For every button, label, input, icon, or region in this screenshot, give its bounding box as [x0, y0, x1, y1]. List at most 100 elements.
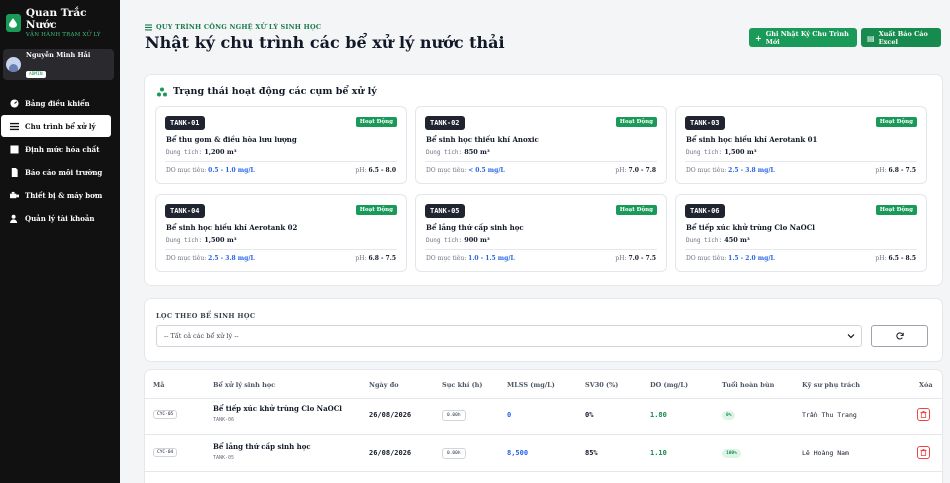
cycle-code: CYC-05 — [153, 410, 178, 419]
tank-name: Bể sinh học hiếu khí Aerotank 02 — [166, 223, 298, 232]
tank-do-target: DO mục tiêu: 1.0 - 1.5 mg/L — [426, 255, 515, 262]
tank-card[interactable]: TANK-06 Hoạt Động Bể tiếp xúc khử trùng … — [675, 194, 927, 272]
tank-code: TANK-04 — [165, 204, 205, 218]
chevron-down-icon — [847, 334, 855, 339]
refresh-button[interactable] — [871, 325, 928, 347]
divider — [685, 161, 917, 162]
tank-name: Bể sinh học thiếu khí Anoxic — [426, 135, 539, 144]
refresh-icon — [895, 332, 904, 340]
divider — [145, 398, 942, 399]
flask-icon — [9, 144, 19, 154]
users-icon — [9, 213, 19, 223]
brand: Quan Trắc Nước VẬN HÀNH TRẠM XỬ LÝ — [0, 0, 120, 38]
row-do: 1.80 — [650, 411, 667, 419]
sidebar-item-reports[interactable]: Báo cáo môi trường — [1, 161, 111, 183]
pump-icon — [9, 190, 19, 200]
row-aeration: 0.00h — [442, 448, 466, 459]
tank-name: Bể sinh học hiếu khí Aerotank 01 — [686, 135, 818, 144]
column-header: Mã — [153, 381, 165, 389]
list-icon — [9, 121, 19, 131]
row-date: 26/08/2026 — [369, 449, 412, 457]
row-sv30: 0% — [585, 411, 594, 419]
report-icon — [9, 167, 19, 177]
sidebar-item-dashboard[interactable]: Bảng điều khiển — [1, 92, 111, 114]
user-name: Nguyễn Minh Hải — [26, 50, 91, 59]
row-tank-code: TANK-06 — [213, 417, 235, 423]
status-badge: Hoạt Động — [875, 205, 917, 215]
tank-card[interactable]: TANK-05 Hoạt Động Bể lắng thứ cấp sinh h… — [415, 194, 667, 272]
sidebar-item-cycles[interactable]: Chu trình bể xử lý — [1, 115, 111, 137]
filter-panel: LỌC THEO BỂ SINH HỌC -- Tất cả các bể xử… — [145, 299, 942, 361]
tank-capacity: Dung tích: 900 m³ — [426, 236, 490, 244]
sidebar-item-chemicals[interactable]: Định mức hóa chất — [1, 138, 111, 160]
delete-button[interactable] — [917, 408, 930, 421]
brand-title: Quan Trắc Nước — [25, 7, 87, 31]
divider — [145, 471, 942, 472]
row-tank-name: Bể tiếp xúc khử trùng Clo NaOCl — [213, 404, 342, 413]
page-eyebrow: QUY TRÌNH CÔNG NGHỆ XỬ LÝ SINH HỌC — [145, 23, 321, 31]
row-mlss: 0 — [507, 411, 512, 419]
tank-card[interactable]: TANK-02 Hoạt Động Bể sinh học thiếu khí … — [415, 106, 667, 184]
tank-capacity: Dung tích: 1,500 m³ — [686, 148, 757, 156]
file-icon: ▤ — [867, 32, 875, 43]
tank-ph: pH: 6.8 - 7.5 — [355, 255, 396, 262]
divider — [425, 161, 657, 162]
plus-icon: + — [755, 32, 762, 43]
tank-code: TANK-01 — [165, 116, 205, 130]
column-header: Xóa — [919, 381, 933, 389]
row-mlss: 8,500 — [507, 449, 529, 457]
status-badge: Hoạt Động — [355, 117, 397, 127]
tank-filter-select[interactable]: -- Tất cả các bể xử lý -- — [156, 325, 862, 347]
tank-ph: pH: 6.5 - 8.5 — [875, 255, 916, 262]
sidebar-item-label: Bảng điều khiển — [25, 98, 90, 108]
delete-button[interactable] — [917, 446, 930, 459]
column-header: Bể xử lý sinh học — [213, 381, 276, 389]
water-drop-icon — [6, 14, 21, 32]
tank-status-panel: Trạng thái hoạt động các cụm bể xử lý TA… — [145, 75, 942, 285]
page-title: Nhật ký chu trình các bể xử lý nước thải — [145, 33, 505, 52]
cycle-table: Mã Bể xử lý sinh học Ngày đo Sục khí (h)… — [145, 370, 942, 483]
column-header: MLSS (mg/L) — [507, 381, 555, 389]
row-tank-code: TANK-05 — [213, 455, 235, 461]
divider — [425, 249, 657, 250]
tank-card[interactable]: TANK-04 Hoạt Động Bể sinh học hiếu khí A… — [155, 194, 407, 272]
user-role-badge: ADMIN — [26, 70, 46, 78]
row-engineer: Lê Hoàng Nam — [802, 449, 849, 457]
tank-card[interactable]: TANK-01 Hoạt Động Bể thu gom & điều hòa … — [155, 106, 407, 184]
export-excel-button[interactable]: ▤ Xuất Báo Cáo Excel — [861, 28, 941, 47]
filter-selected-value: -- Tất cả các bể xử lý -- — [164, 332, 239, 340]
sidebar-item-label: Chu trình bể xử lý — [25, 121, 96, 131]
divider — [165, 249, 397, 250]
user-card[interactable]: Nguyễn Minh Hải ADMIN — [3, 49, 114, 80]
row-sludge-age: 100% — [722, 449, 741, 458]
divider — [145, 434, 942, 435]
cluster-icon — [157, 87, 167, 96]
tank-do-target: DO mục tiêu: 0.5 - 1.0 mg/L — [166, 167, 255, 174]
eyebrow-text: QUY TRÌNH CÔNG NGHỆ XỬ LÝ SINH HỌC — [156, 23, 322, 31]
column-header: Sục khí (h) — [442, 381, 483, 389]
tank-code: TANK-03 — [685, 116, 725, 130]
status-badge: Hoạt Động — [615, 117, 657, 127]
sidebar-item-accounts[interactable]: Quản lý tài khoản — [1, 207, 111, 229]
trash-icon — [920, 411, 927, 418]
divider — [685, 249, 917, 250]
main-content: QUY TRÌNH CÔNG NGHỆ XỬ LÝ SINH HỌC Nhật … — [120, 0, 950, 483]
sidebar: Quan Trắc Nước VẬN HÀNH TRẠM XỬ LÝ Nguyễ… — [0, 0, 120, 483]
tank-name: Bể tiếp xúc khử trùng Clo NaOCl — [686, 223, 815, 232]
sidebar-item-equipment[interactable]: Thiết bị & máy bơm — [1, 184, 111, 206]
list-icon — [145, 23, 152, 30]
tank-card[interactable]: TANK-03 Hoạt Động Bể sinh học hiếu khí A… — [675, 106, 927, 184]
divider — [165, 161, 397, 162]
column-header: Ngày đo — [369, 381, 399, 389]
status-badge: Hoạt Động — [615, 205, 657, 215]
tank-code: TANK-05 — [425, 204, 465, 218]
tank-ph: pH: 7.0 - 7.8 — [615, 167, 656, 174]
sidebar-item-label: Định mức hóa chất — [25, 144, 100, 154]
tank-do-target: DO mục tiêu: 2.5 - 3.8 mg/L — [686, 167, 775, 174]
column-header: SV30 (%) — [585, 381, 619, 389]
tank-do-target: DO mục tiêu: 2.5 - 3.8 mg/L — [166, 255, 255, 262]
new-cycle-button[interactable]: + Ghi Nhật Ký Chu Trình Mới — [749, 28, 857, 47]
status-badge: Hoạt Động — [875, 117, 917, 127]
sidebar-nav: Bảng điều khiển Chu trình bể xử lý Định … — [0, 92, 120, 229]
row-date: 26/08/2026 — [369, 411, 412, 419]
